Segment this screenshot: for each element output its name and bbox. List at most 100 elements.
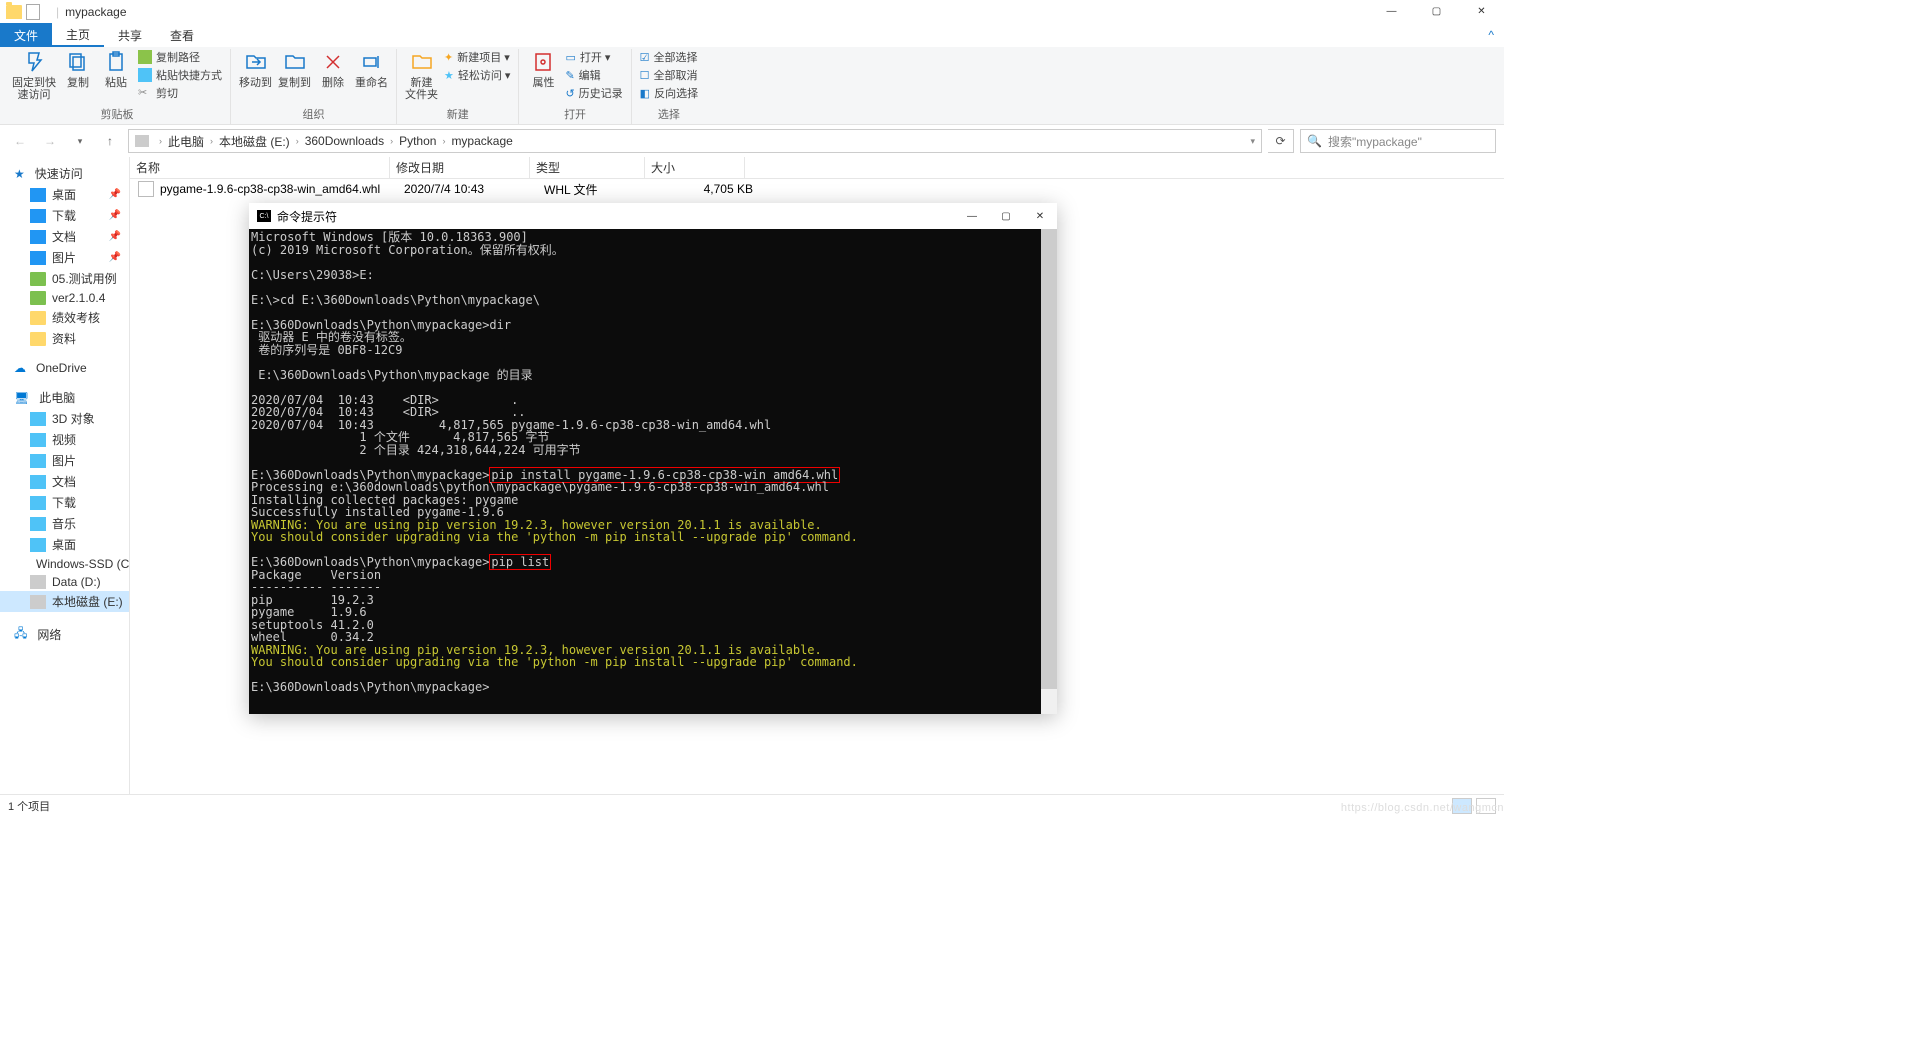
cmd-minimize-button[interactable]: — bbox=[955, 203, 989, 229]
moveto-button[interactable]: 移动到 bbox=[239, 49, 272, 89]
file-size: 4,705 KB bbox=[653, 182, 753, 196]
maximize-button[interactable]: ▢ bbox=[1414, 0, 1459, 23]
sidebar-item[interactable]: 绩效考核 bbox=[0, 307, 129, 328]
cmd-maximize-button[interactable]: ▢ bbox=[989, 203, 1023, 229]
search-placeholder: 搜索"mypackage" bbox=[1328, 133, 1422, 150]
open-button[interactable]: ▭打开 ▾ bbox=[565, 49, 622, 65]
cmd-scrollbar[interactable] bbox=[1041, 229, 1057, 714]
up-button[interactable]: ↑ bbox=[98, 129, 122, 153]
crumb-mypackage[interactable]: mypackage bbox=[451, 134, 512, 148]
cmd-titlebar[interactable]: C:\ 命令提示符 — ▢ ✕ bbox=[249, 203, 1057, 229]
col-size[interactable]: 大小 bbox=[645, 157, 745, 178]
properties-button[interactable]: 属性 bbox=[527, 49, 559, 89]
ribbon-group-new: 新建 bbox=[405, 106, 510, 124]
sidebar-item[interactable]: 桌面📌 bbox=[0, 184, 129, 205]
new-folder-button[interactable]: 新建 文件夹 bbox=[405, 49, 438, 101]
select-none-button[interactable]: ☐全部取消 bbox=[640, 67, 698, 83]
ribbon-group-select: 选择 bbox=[640, 106, 698, 124]
crumb-thispc[interactable]: 此电脑 bbox=[168, 133, 204, 150]
sidebar-item[interactable]: 3D 对象 bbox=[0, 408, 129, 429]
sidebar-item[interactable]: 下载📌 bbox=[0, 205, 129, 226]
title-separator: | bbox=[56, 5, 59, 19]
sidebar-item-current[interactable]: 本地磁盘 (E:) bbox=[0, 591, 129, 612]
folder-icon bbox=[6, 5, 22, 19]
window-titlebar: | mypackage — ▢ ✕ bbox=[0, 0, 1504, 23]
tab-view[interactable]: 查看 bbox=[156, 23, 208, 47]
new-item-button[interactable]: ✦新建项目 ▾ bbox=[444, 49, 510, 65]
file-icon bbox=[138, 181, 154, 197]
sidebar-network[interactable]: 🖧网络 bbox=[0, 622, 129, 647]
copy-path-button[interactable]: 复制路径 bbox=[138, 49, 222, 65]
sidebar-item[interactable]: 05.测试用例 bbox=[0, 268, 129, 289]
cmd-icon: C:\ bbox=[257, 210, 271, 222]
ribbon: 固定到快 速访问 复制 粘贴 复制路径 粘贴快捷方式 ✂剪切 剪贴板 移动到 复… bbox=[0, 47, 1504, 125]
refresh-button[interactable]: ⟳ bbox=[1268, 129, 1294, 153]
sidebar-item[interactable]: 视频 bbox=[0, 429, 129, 450]
tab-share[interactable]: 共享 bbox=[104, 23, 156, 47]
ribbon-expand-icon[interactable]: ^ bbox=[1478, 23, 1504, 47]
sidebar-item[interactable]: Windows-SSD (C: bbox=[0, 555, 129, 573]
col-name[interactable]: 名称 bbox=[130, 157, 390, 178]
invert-selection-button[interactable]: ◧反向选择 bbox=[640, 85, 698, 101]
minimize-button[interactable]: — bbox=[1369, 0, 1414, 23]
recent-button[interactable]: ▾ bbox=[68, 129, 92, 153]
cmd-close-button[interactable]: ✕ bbox=[1023, 203, 1057, 229]
search-input[interactable]: 🔍搜索"mypackage" bbox=[1300, 129, 1496, 153]
paste-shortcut-button[interactable]: 粘贴快捷方式 bbox=[138, 67, 222, 83]
sidebar-item[interactable]: 文档 bbox=[0, 471, 129, 492]
sidebar-item[interactable]: 图片 bbox=[0, 450, 129, 471]
crumb-python[interactable]: Python bbox=[399, 134, 436, 148]
item-count: 1 个项目 bbox=[8, 798, 50, 814]
history-button[interactable]: ↺历史记录 bbox=[565, 85, 622, 101]
sidebar-quickaccess[interactable]: ★快速访问 bbox=[0, 163, 129, 184]
copyto-button[interactable]: 复制到 bbox=[278, 49, 311, 89]
sidebar-item[interactable]: 音乐 bbox=[0, 513, 129, 534]
sidebar-item[interactable]: Data (D:) bbox=[0, 573, 129, 591]
nav-sidebar: ★快速访问 桌面📌 下载📌 文档📌 图片📌 05.测试用例 ver2.1.0.4… bbox=[0, 157, 130, 794]
copy-button[interactable]: 复制 bbox=[62, 49, 94, 89]
tab-file[interactable]: 文件 bbox=[0, 23, 52, 47]
forward-button[interactable]: → bbox=[38, 129, 62, 153]
tab-home[interactable]: 主页 bbox=[52, 23, 104, 47]
file-date: 2020/7/4 10:43 bbox=[398, 182, 538, 196]
sidebar-onedrive[interactable]: ☁OneDrive bbox=[0, 359, 129, 377]
watermark: https://blog.csdn.net/wangmcn bbox=[1341, 802, 1504, 814]
breadcrumb[interactable]: › 此电脑› 本地磁盘 (E:)› 360Downloads› Python› … bbox=[128, 129, 1262, 153]
crumb-drive[interactable]: 本地磁盘 (E:) bbox=[219, 133, 290, 150]
sidebar-thispc[interactable]: 🖥此电脑 bbox=[0, 387, 129, 408]
sidebar-item[interactable]: ver2.1.0.4 bbox=[0, 289, 129, 307]
sidebar-item[interactable]: 资料 bbox=[0, 328, 129, 349]
col-type[interactable]: 类型 bbox=[530, 157, 645, 178]
ribbon-tabs: 文件 主页 共享 查看 ^ bbox=[0, 23, 1504, 47]
close-button[interactable]: ✕ bbox=[1459, 0, 1504, 23]
edit-button[interactable]: ✎编辑 bbox=[565, 67, 622, 83]
sidebar-item[interactable]: 桌面 bbox=[0, 534, 129, 555]
pc-icon bbox=[135, 135, 149, 147]
ribbon-group-organize: 组织 bbox=[239, 106, 388, 124]
file-name: pygame-1.9.6-cp38-cp38-win_amd64.whl bbox=[160, 182, 398, 196]
ribbon-group-clipboard: 剪贴板 bbox=[12, 106, 222, 124]
rename-button[interactable]: 重命名 bbox=[355, 49, 388, 89]
back-button[interactable]: ← bbox=[8, 129, 32, 153]
ribbon-group-open: 打开 bbox=[527, 106, 622, 124]
sidebar-item[interactable]: 文档📌 bbox=[0, 226, 129, 247]
file-icon bbox=[26, 4, 40, 20]
cmd-title: 命令提示符 bbox=[277, 208, 337, 225]
paste-button[interactable]: 粘贴 bbox=[100, 49, 132, 89]
pin-to-quickaccess-button[interactable]: 固定到快 速访问 bbox=[12, 49, 56, 101]
address-bar: ← → ▾ ↑ › 此电脑› 本地磁盘 (E:)› 360Downloads› … bbox=[0, 125, 1504, 157]
sidebar-item[interactable]: 图片📌 bbox=[0, 247, 129, 268]
delete-button[interactable]: 删除 bbox=[317, 49, 349, 89]
cmd-window: C:\ 命令提示符 — ▢ ✕ Microsoft Windows [版本 10… bbox=[249, 203, 1057, 714]
file-type: WHL 文件 bbox=[538, 181, 653, 198]
highlight-pip-list: pip list bbox=[489, 554, 551, 570]
status-bar: 1 个项目 bbox=[0, 794, 1504, 816]
cmd-output[interactable]: Microsoft Windows [版本 10.0.18363.900] (c… bbox=[249, 229, 1057, 714]
col-date[interactable]: 修改日期 bbox=[390, 157, 530, 178]
crumb-360[interactable]: 360Downloads bbox=[305, 134, 384, 148]
file-row[interactable]: pygame-1.9.6-cp38-cp38-win_amd64.whl 202… bbox=[130, 179, 1504, 199]
sidebar-item[interactable]: 下载 bbox=[0, 492, 129, 513]
cut-button[interactable]: ✂剪切 bbox=[138, 85, 222, 101]
select-all-button[interactable]: ☑全部选择 bbox=[640, 49, 698, 65]
easy-access-button[interactable]: ★轻松访问 ▾ bbox=[444, 67, 510, 83]
